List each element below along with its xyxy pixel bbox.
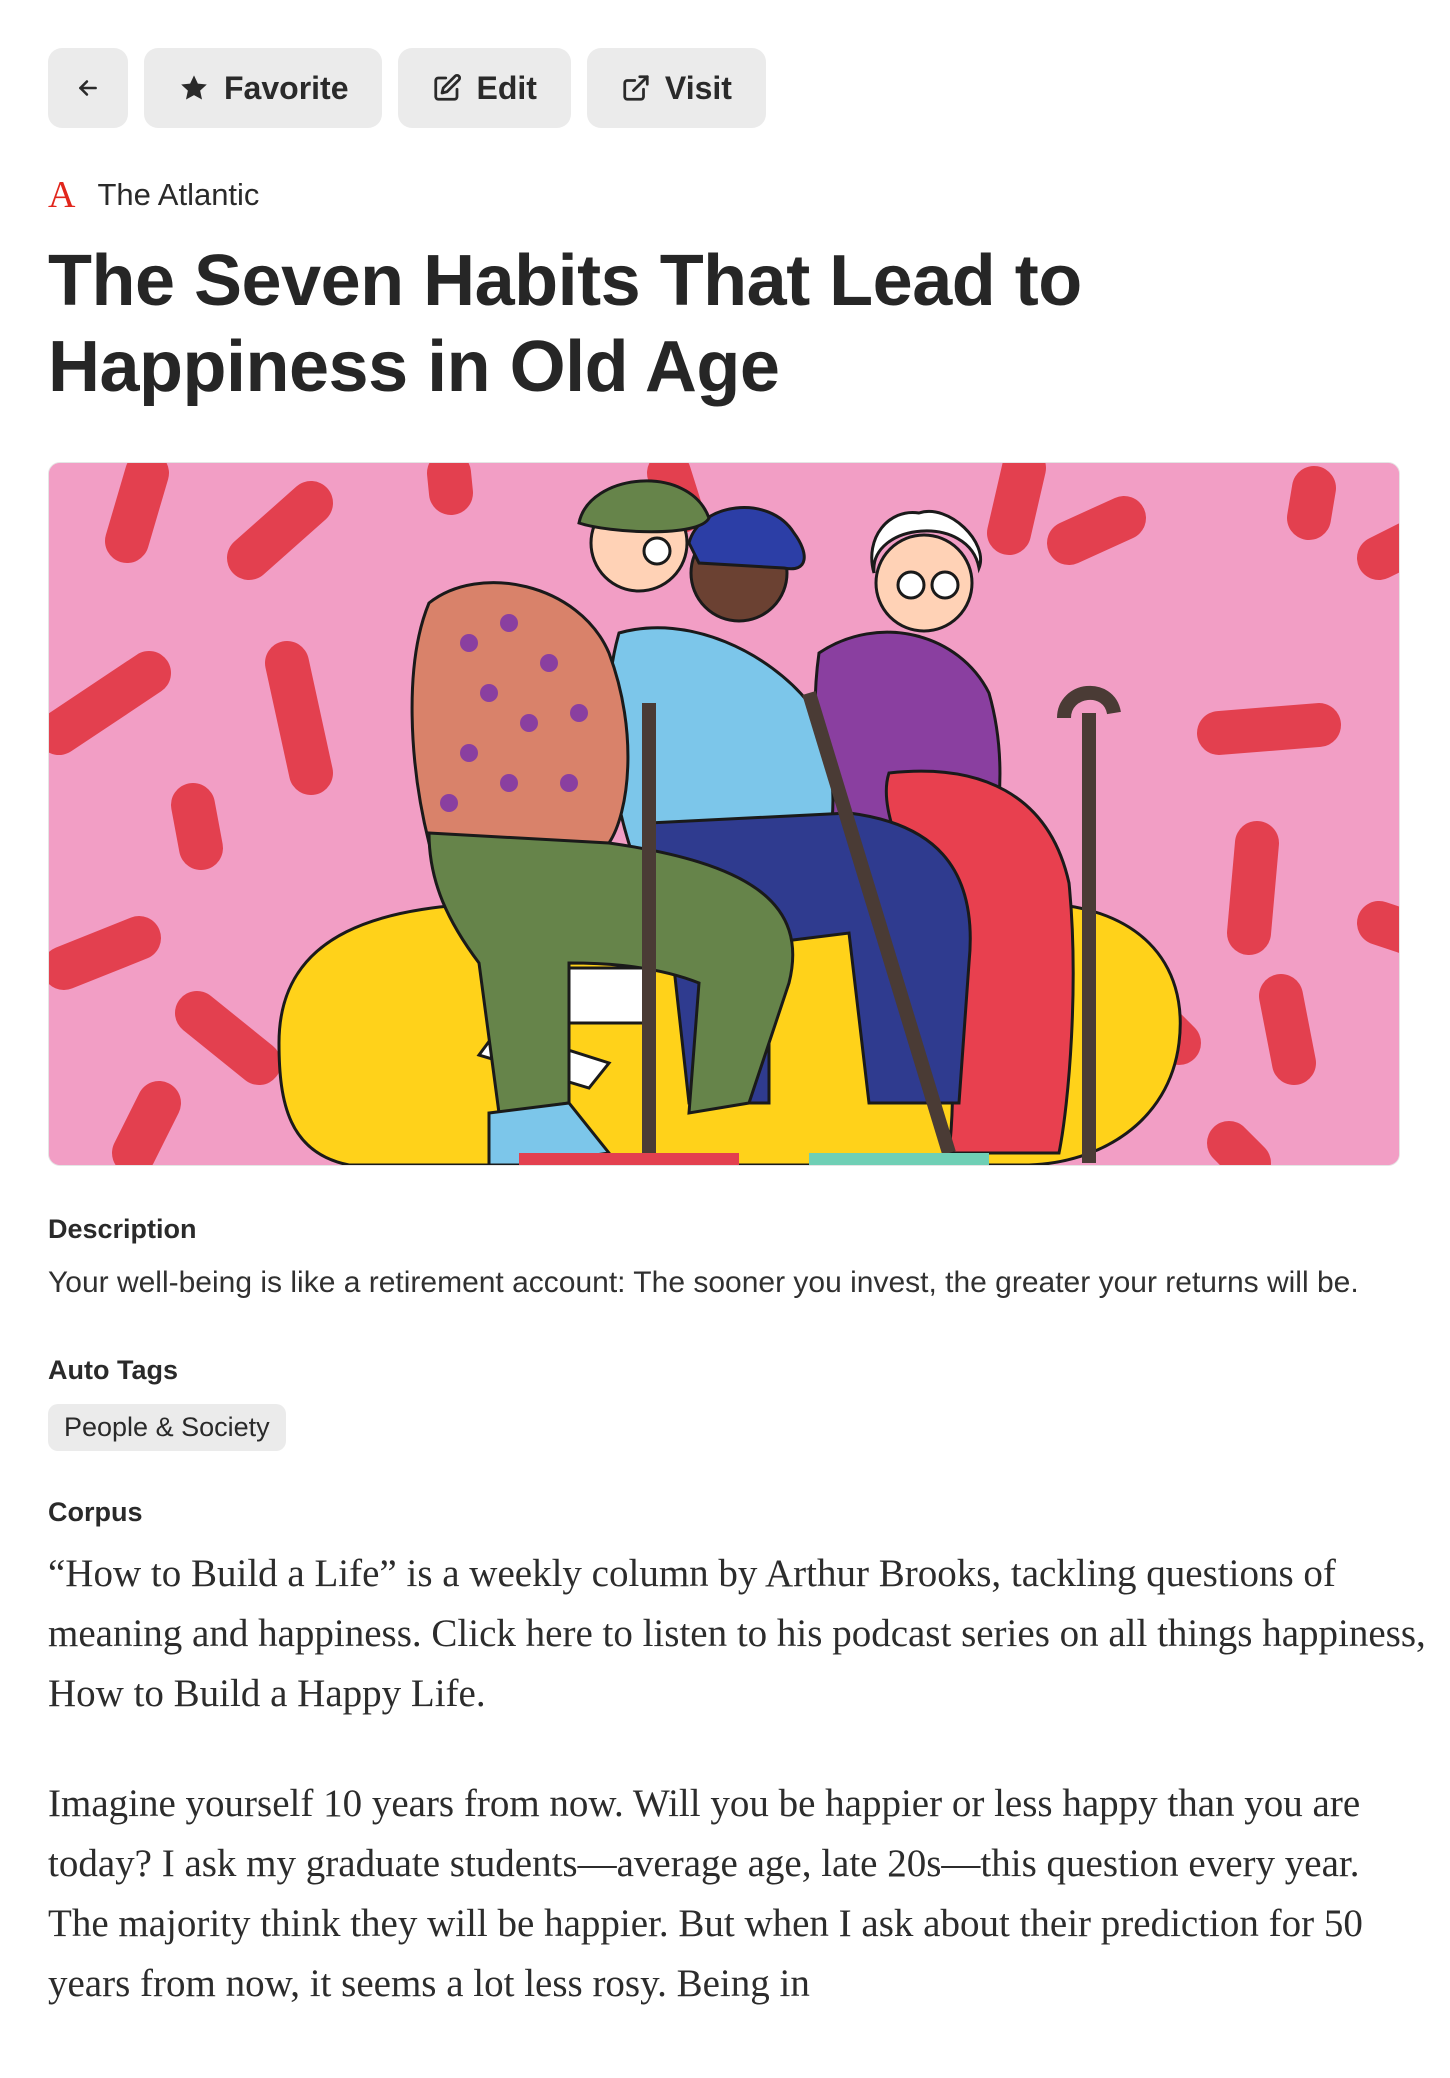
source-name[interactable]: The Atlantic (97, 177, 259, 213)
edit-label: Edit (476, 69, 537, 106)
tag-chip[interactable]: People & Society (48, 1404, 286, 1451)
favorite-label: Favorite (224, 69, 349, 106)
corpus-text: “How to Build a Life” is a weekly column… (48, 1544, 1428, 2014)
bookmark-detail-page: Favorite Edit Visit A The Atlantic The S… (0, 0, 1450, 2014)
site-logo: A (48, 174, 76, 216)
favorite-button[interactable]: Favorite (144, 48, 383, 128)
description-label: Description (48, 1214, 197, 1244)
corpus-paragraph: Imagine yourself 10 years from now. Will… (48, 1782, 1363, 2005)
corpus-paragraph: “How to Build a Life” is a weekly column… (48, 1552, 1426, 1715)
toolbar: Favorite Edit Visit (48, 48, 1402, 128)
visit-label: Visit (664, 69, 732, 106)
corpus-label: Corpus (48, 1497, 143, 1527)
arrow-left-icon (75, 75, 101, 101)
external-link-icon (621, 73, 651, 103)
edit-button[interactable]: Edit (398, 48, 571, 128)
star-icon (178, 72, 210, 104)
hero-image (48, 462, 1400, 1166)
source-row: A The Atlantic (48, 176, 1402, 214)
auto-tags-label: Auto Tags (48, 1355, 178, 1385)
description-text: Your well-being is like a retirement acc… (48, 1266, 1359, 1299)
article-title: The Seven Habits That Lead to Happiness … (48, 241, 1082, 407)
back-button[interactable] (48, 48, 128, 128)
edit-icon (432, 73, 462, 103)
visit-button[interactable]: Visit (586, 48, 766, 128)
